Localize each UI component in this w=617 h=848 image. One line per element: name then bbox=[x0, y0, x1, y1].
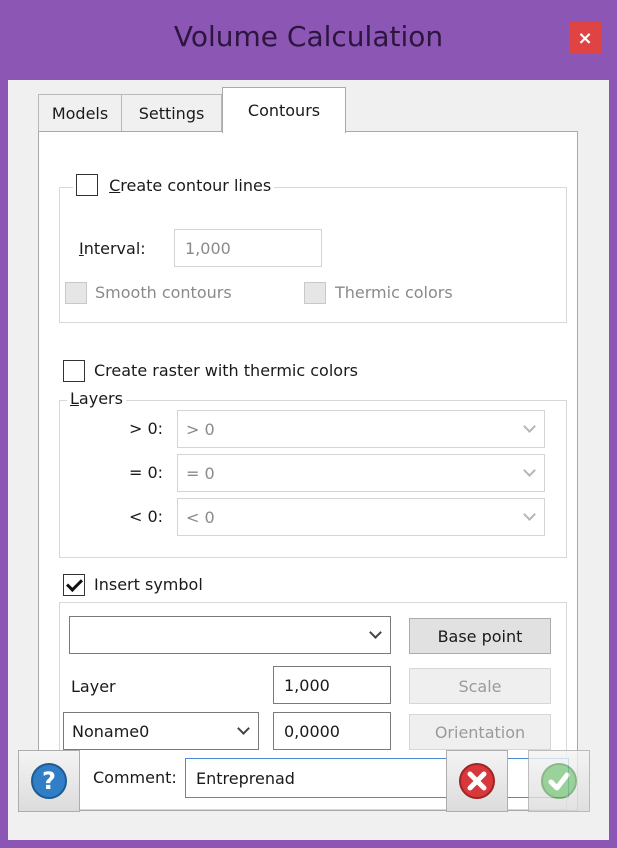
insert-symbol-label: Insert symbol bbox=[94, 575, 203, 594]
layer-zero-label: = 0: bbox=[129, 463, 164, 482]
comment-input[interactable]: Entreprenad bbox=[185, 758, 569, 798]
contour-lines-legend: Create contour lines bbox=[73, 174, 275, 200]
base-point-button[interactable]: Base point bbox=[409, 618, 551, 654]
window-title: Volume Calculation bbox=[173, 20, 444, 53]
tab-models[interactable]: Models bbox=[38, 94, 122, 132]
title-bar[interactable]: Volume Calculation × bbox=[0, 0, 617, 80]
cancel-button[interactable] bbox=[446, 750, 508, 812]
tab-settings[interactable]: Settings bbox=[121, 94, 222, 132]
layer-label: Layer bbox=[71, 677, 116, 696]
scale-input[interactable]: 1,000 bbox=[273, 666, 391, 704]
layers-hotkey-letter: L bbox=[70, 389, 79, 408]
interval-input[interactable]: 1,000 bbox=[174, 229, 322, 267]
smooth-contours-label: Smooth contours bbox=[95, 283, 232, 302]
create-raster-label: Create raster with thermic colors bbox=[94, 361, 358, 380]
create-raster-checkbox[interactable] bbox=[63, 360, 85, 382]
dialog-client-area: Models Settings Contours Create contour … bbox=[8, 80, 609, 840]
layers-legend-rest: ayers bbox=[78, 389, 123, 408]
chevron-down-icon bbox=[523, 420, 536, 433]
scale-button[interactable]: Scale bbox=[409, 668, 551, 704]
orientation-button[interactable]: Orientation bbox=[409, 714, 551, 750]
insert-symbol-checkbox[interactable] bbox=[63, 574, 85, 596]
close-button[interactable]: × bbox=[569, 22, 601, 54]
svg-text:?: ? bbox=[42, 767, 56, 795]
tab-settings-label: Settings bbox=[138, 104, 205, 123]
contour-hotkey-letter: C bbox=[109, 175, 121, 195]
layer-positive-label: > 0: bbox=[129, 419, 164, 438]
tab-contours[interactable]: Contours bbox=[222, 87, 346, 133]
thermic-colors-label: Thermic colors bbox=[335, 283, 453, 302]
layer-positive-value: > 0 bbox=[186, 419, 215, 439]
layer-positive-select[interactable]: > 0 bbox=[177, 410, 545, 448]
interval-label: Interval: bbox=[79, 239, 146, 258]
tab-models-label: Models bbox=[51, 104, 109, 123]
chevron-down-icon bbox=[369, 626, 382, 639]
comment-label: Comment: bbox=[93, 768, 177, 787]
layer-negative-select[interactable]: < 0 bbox=[177, 498, 545, 536]
layer-zero-select[interactable]: = 0 bbox=[177, 454, 545, 492]
smooth-contours-checkbox[interactable] bbox=[65, 282, 87, 304]
orientation-input[interactable]: 0,0000 bbox=[273, 712, 391, 750]
layer-negative-label: < 0: bbox=[129, 507, 164, 526]
close-icon: × bbox=[577, 27, 593, 49]
chevron-down-icon bbox=[237, 722, 250, 735]
tab-contours-label: Contours bbox=[247, 101, 321, 120]
layer-negative-value: < 0 bbox=[186, 507, 215, 527]
layer-select-value: Noname0 bbox=[72, 721, 150, 741]
chevron-down-icon bbox=[523, 464, 536, 477]
layer-select[interactable]: Noname0 bbox=[63, 712, 259, 750]
cancel-icon bbox=[459, 763, 495, 799]
chevron-down-icon bbox=[523, 508, 536, 521]
create-contour-lines-checkbox[interactable] bbox=[76, 174, 98, 196]
contour-label-rest: reate contour lines bbox=[120, 175, 272, 195]
help-icon: ? bbox=[31, 763, 67, 799]
symbol-select[interactable] bbox=[69, 616, 391, 654]
interval-label-rest: nterval: bbox=[83, 239, 146, 258]
layers-legend: Layers bbox=[67, 389, 126, 408]
layer-zero-value: = 0 bbox=[186, 463, 215, 483]
contours-tab-panel: Create contour lines Interval: 1,000 Smo… bbox=[38, 131, 578, 811]
ok-icon bbox=[541, 763, 577, 799]
help-button[interactable]: ? bbox=[18, 750, 80, 812]
dialog-window: Volume Calculation × Models Settings Con… bbox=[0, 0, 617, 848]
thermic-colors-checkbox[interactable] bbox=[304, 282, 326, 304]
ok-button[interactable] bbox=[528, 750, 590, 812]
create-contour-lines-label: Create contour lines bbox=[109, 176, 271, 195]
